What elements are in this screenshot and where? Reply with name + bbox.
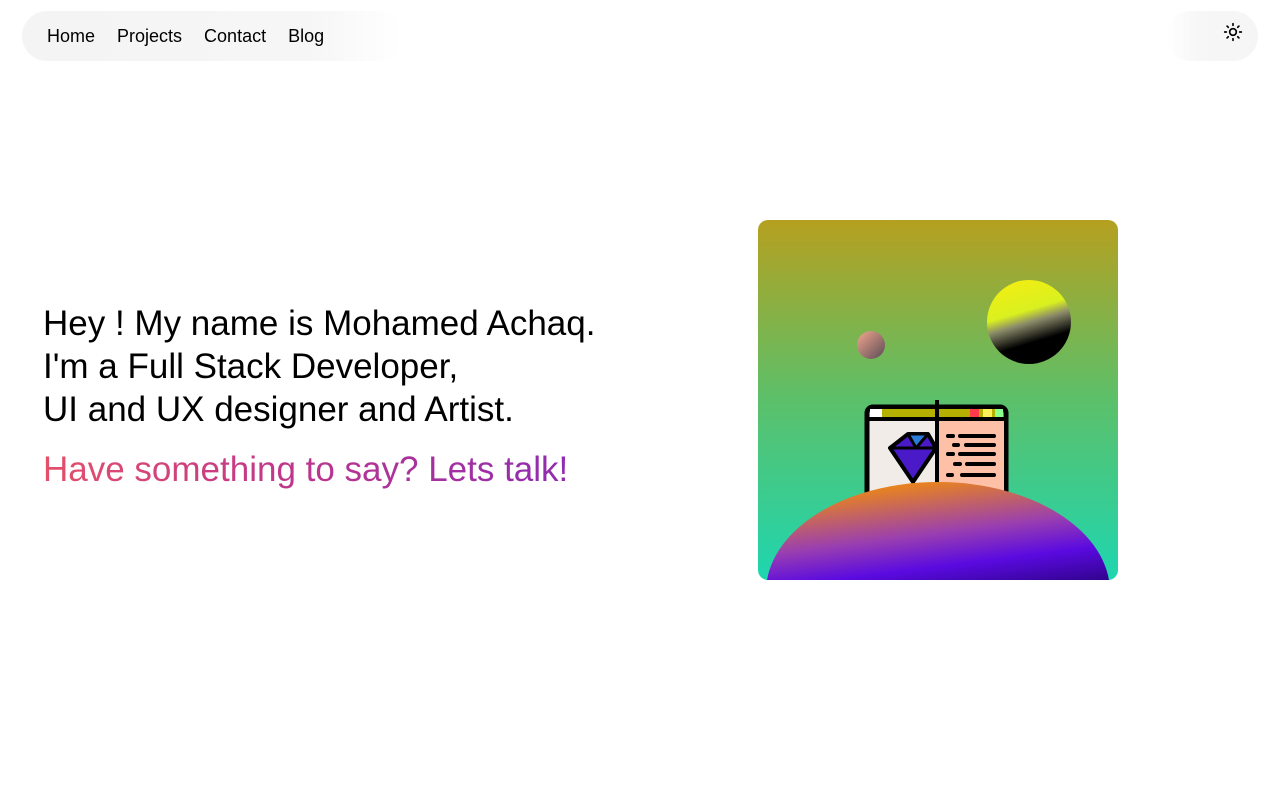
main-nav: Home Projects Contact Blog xyxy=(22,11,402,61)
hero-line-intro: Hey ! My name is Mohamed Achaq. xyxy=(43,304,596,343)
nav-link-contact[interactable]: Contact xyxy=(204,26,266,47)
theme-toggle-button[interactable] xyxy=(1222,21,1244,43)
hero-artwork xyxy=(758,220,1118,580)
hero-line-skills: UI and UX designer and Artist. xyxy=(43,390,514,429)
hero-section: Hey ! My name is Mohamed Achaq. I'm a Fu… xyxy=(43,302,643,491)
nav-link-home[interactable]: Home xyxy=(47,26,95,47)
nav-link-blog[interactable]: Blog xyxy=(288,26,324,47)
hero-heading: Hey ! My name is Mohamed Achaq. I'm a Fu… xyxy=(43,302,643,431)
sun-icon xyxy=(1223,22,1243,42)
moon-orb xyxy=(857,331,885,359)
artwork-illustration xyxy=(758,220,1118,580)
theme-toggle-container xyxy=(1166,11,1258,61)
hero-line-role: I'm a Full Stack Developer, xyxy=(43,347,459,386)
lets-talk-link[interactable]: Have something to say? Lets talk! xyxy=(43,448,568,491)
nav-link-projects[interactable]: Projects xyxy=(117,26,182,47)
sun-orb xyxy=(987,280,1071,364)
